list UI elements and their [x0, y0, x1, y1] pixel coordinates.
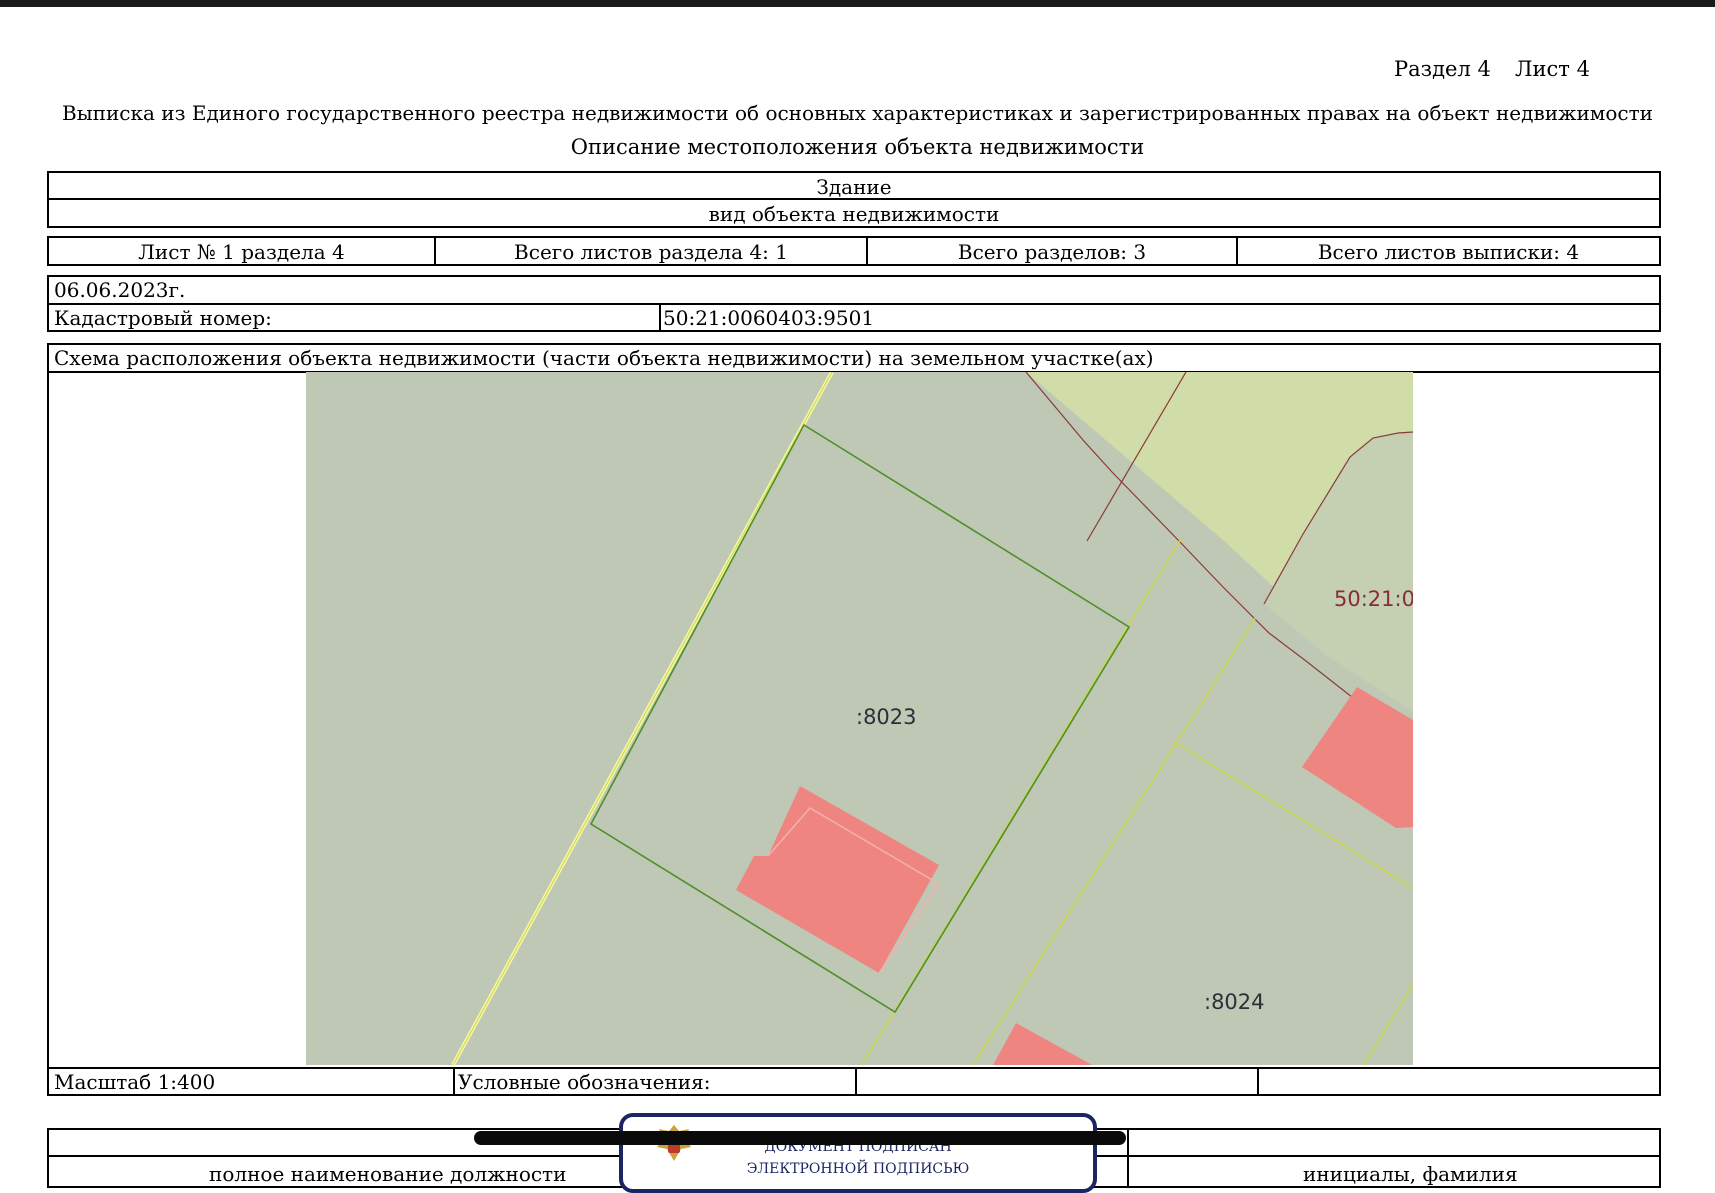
divider	[1257, 1067, 1259, 1094]
location-map: :8023 :8024 50:21:0	[306, 372, 1413, 1065]
sheet-number: Лист № 1 раздела 4	[138, 240, 345, 264]
scheme-title: Схема расположения объекта недвижимости …	[54, 346, 1154, 370]
top-border	[0, 0, 1715, 7]
object-type-table: Здание вид объекта недвижимости	[47, 171, 1661, 228]
scale-label: Масштаб 1:400	[54, 1070, 216, 1094]
divider	[1127, 1130, 1129, 1186]
document-title: Выписка из Единого государственного реес…	[62, 101, 1653, 125]
total-sheets: Всего листов выписки: 4	[1317, 240, 1580, 264]
cadastral-label: Кадастровый номер:	[54, 306, 272, 330]
sheets-table: Лист № 1 раздела 4 Всего листов раздела …	[47, 236, 1661, 266]
document-subtitle: Описание местоположения объекта недвижим…	[570, 135, 1145, 159]
horizontal-scrollbar[interactable]	[474, 1131, 1126, 1145]
parcel-label-8024: :8024	[1204, 990, 1265, 1014]
object-type: Здание	[816, 175, 892, 199]
divider	[453, 1067, 455, 1094]
parcel-label-8023: :8023	[856, 705, 917, 729]
sheet-label: Лист 4	[1515, 57, 1590, 81]
total-sections: Всего разделов: 3	[957, 240, 1147, 264]
total-sheets-section: Всего листов раздела 4: 1	[514, 240, 788, 264]
name-caption: инициалы, фамилия	[1303, 1162, 1518, 1186]
divider	[659, 303, 661, 330]
divider	[855, 1067, 857, 1094]
cadastral-number: 50:21:0060403:9501	[663, 306, 875, 330]
parcel-label-neighbor: 50:21:0	[1334, 587, 1413, 611]
divider	[49, 1067, 1659, 1069]
extract-date: 06.06.2023г.	[54, 278, 186, 302]
info-table: 06.06.2023г. Кадастровый номер: 50:21:00…	[47, 275, 1661, 332]
stamp-line-2: ЭЛЕКТРОННОЙ ПОДПИСЬЮ	[746, 1161, 970, 1177]
object-type-caption: вид объекта недвижимости	[708, 202, 1000, 226]
position-caption: полное наименование должности	[209, 1162, 567, 1186]
divider	[49, 303, 1659, 305]
legend-label: Условные обозначения:	[458, 1070, 711, 1094]
divider	[49, 198, 1659, 200]
section-label: Раздел 4	[1394, 57, 1491, 81]
e-signature-stamp: ДОКУМЕНТ ПОДПИСАН ЭЛЕКТРОННОЙ ПОДПИСЬЮ	[619, 1113, 1097, 1193]
